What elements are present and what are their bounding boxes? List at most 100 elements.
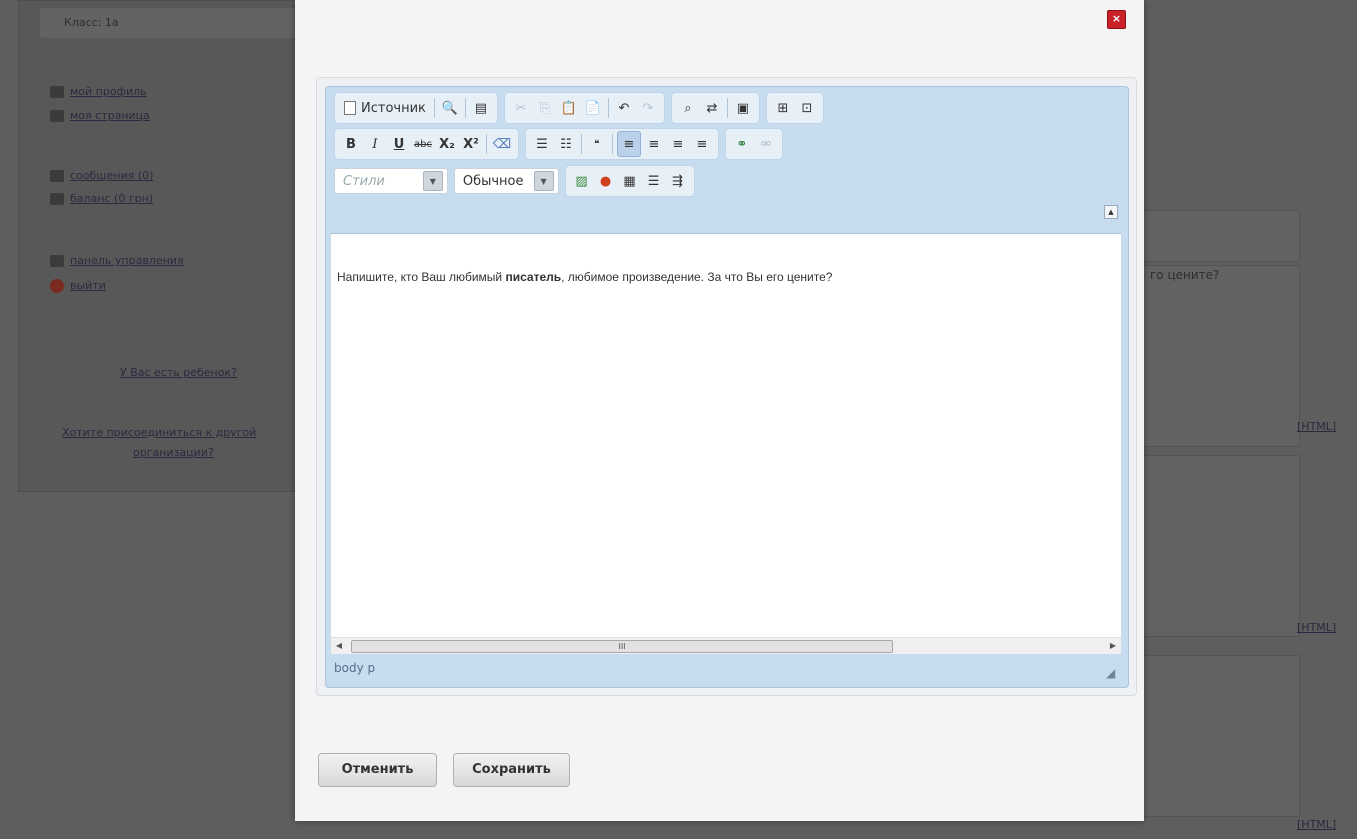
- maximize-icon[interactable]: ⊞: [772, 96, 794, 120]
- right-field-2: [1143, 265, 1300, 447]
- superscript-button[interactable]: X²: [460, 132, 482, 156]
- cut-icon[interactable]: ✂: [510, 96, 532, 120]
- chevron-down-icon: ▼: [533, 171, 554, 191]
- user-icon: [50, 110, 64, 122]
- html-link-2[interactable]: [HTML]: [1297, 621, 1336, 634]
- my-profile-label: мой профиль: [70, 85, 147, 98]
- right-field-text: го цените?: [1150, 268, 1220, 282]
- numbered-list-icon[interactable]: ☰: [531, 132, 553, 156]
- scroll-right-icon[interactable]: ▶: [1105, 638, 1121, 654]
- toolbar-group-links: ⚭ ⚮: [725, 128, 783, 160]
- control-panel-link[interactable]: панель управления: [50, 253, 184, 269]
- balance-label: баланс (0 грн): [70, 192, 154, 205]
- align-center-icon[interactable]: ≡: [643, 132, 665, 156]
- toolbar-separator: [612, 134, 613, 154]
- toolbar-group-document: Источник 🔍 ▤: [334, 92, 498, 124]
- toolbar-group-basicstyles: B I U abc X₂ X² ⌫: [334, 128, 519, 160]
- paste-icon[interactable]: 📋: [558, 96, 580, 120]
- underline-button[interactable]: U: [388, 132, 410, 156]
- image-icon[interactable]: ▨: [571, 169, 593, 193]
- toolbar-separator: [581, 134, 582, 154]
- toolbar-row-1: Источник 🔍 ▤ ✂ ⎘ 📋 📄 ↶ ↷ ⌕ ⇄ ▣ ⊞ ⊡: [334, 92, 830, 124]
- page-break-icon[interactable]: ⇶: [667, 169, 689, 193]
- my-profile-link[interactable]: мой профиль: [50, 84, 147, 100]
- my-page-link[interactable]: моя страница: [50, 108, 150, 124]
- logout-label: выйти: [70, 279, 106, 292]
- scroll-thumb[interactable]: III: [351, 640, 893, 653]
- copy-icon[interactable]: ⎘: [534, 96, 556, 120]
- source-icon: [344, 101, 356, 115]
- paragraph-text-start: Напишите, кто Ваш любимый: [337, 270, 506, 284]
- select-all-icon[interactable]: ▣: [732, 96, 754, 120]
- left-sidebar: [18, 0, 298, 492]
- logout-icon: [50, 279, 64, 293]
- source-button[interactable]: Источник: [340, 96, 430, 120]
- paste-word-icon[interactable]: 📄: [582, 96, 604, 120]
- unlink-icon[interactable]: ⚮: [755, 132, 777, 156]
- control-panel-label: панель управления: [70, 254, 184, 267]
- profile-icon: [50, 86, 64, 98]
- toolbar-separator: [486, 134, 487, 154]
- table-icon[interactable]: ▦: [619, 169, 641, 193]
- right-field-1: [1143, 210, 1300, 262]
- html-link-3[interactable]: [HTML]: [1297, 818, 1336, 831]
- toolbar-row-3: Стили ▼ Обычное ▼ ▨ ● ▦ ☰ ⇶: [334, 165, 701, 197]
- format-dropdown[interactable]: Обычное ▼: [453, 168, 559, 194]
- messages-icon: [50, 170, 64, 182]
- join-org-link-line2[interactable]: организации?: [133, 446, 214, 459]
- link-icon[interactable]: ⚭: [731, 132, 753, 156]
- styles-dropdown-label: Стили: [343, 173, 385, 189]
- messages-label: сообщения (0): [70, 169, 154, 182]
- element-path[interactable]: body p: [334, 661, 375, 675]
- bulleted-list-icon[interactable]: ☷: [555, 132, 577, 156]
- toolbar-group-editing: ⌕ ⇄ ▣: [670, 92, 760, 124]
- preview-icon[interactable]: 🔍: [439, 96, 461, 120]
- cancel-button[interactable]: Отменить: [318, 753, 437, 787]
- class-label: Класс: 1а: [40, 8, 296, 38]
- blockquote-icon[interactable]: ❝: [586, 132, 608, 156]
- toolbar-row-2: B I U abc X₂ X² ⌫ ☰ ☷ ❝ ≡ ≡ ≡ ≡ ⚭ ⚮: [334, 128, 789, 160]
- wallet-icon: [50, 193, 64, 205]
- html-link-1[interactable]: [HTML]: [1297, 420, 1336, 433]
- align-justify-icon[interactable]: ≡: [691, 132, 713, 156]
- replace-icon[interactable]: ⇄: [701, 96, 723, 120]
- paragraph-text-bold: писатель: [505, 270, 562, 284]
- paragraph-text-end: , любимое произведение. За что Вы его це…: [561, 270, 833, 284]
- toolbar-group-clipboard: ✂ ⎘ 📋 📄 ↶ ↷: [503, 92, 665, 124]
- resize-handle-icon[interactable]: ◢: [1106, 667, 1118, 679]
- panel-icon: [50, 255, 64, 267]
- bold-button[interactable]: B: [340, 132, 362, 156]
- italic-button[interactable]: I: [364, 132, 386, 156]
- logout-link[interactable]: выйти: [50, 278, 106, 294]
- styles-dropdown[interactable]: Стили ▼: [334, 168, 448, 194]
- right-field-4: [1143, 655, 1300, 817]
- undo-icon[interactable]: ↶: [613, 96, 635, 120]
- collapse-toolbar-icon[interactable]: ▲: [1104, 205, 1118, 219]
- show-blocks-icon[interactable]: ⊡: [796, 96, 818, 120]
- strikethrough-button[interactable]: abc: [412, 132, 434, 156]
- my-page-label: моя страница: [70, 109, 150, 122]
- child-question-link[interactable]: У Вас есть ребенок?: [120, 366, 237, 379]
- toolbar-group-insert: ▨ ● ▦ ☰ ⇶: [564, 165, 695, 197]
- source-label: Источник: [361, 100, 426, 116]
- subscript-button[interactable]: X₂: [436, 132, 458, 156]
- save-button[interactable]: Сохранить: [453, 753, 570, 787]
- editor-content-area[interactable]: Напишите, кто Ваш любимый писатель, люби…: [331, 233, 1121, 638]
- join-org-link-line1[interactable]: Хотите присоединиться к другой: [62, 426, 256, 439]
- toolbar-separator: [464, 98, 466, 118]
- toolbar-group-tools: ⊞ ⊡: [765, 92, 824, 124]
- align-left-icon[interactable]: ≡: [617, 131, 641, 157]
- toolbar-separator: [726, 98, 728, 118]
- horizontal-scrollbar[interactable]: ◀ III ▶: [331, 637, 1121, 654]
- redo-icon[interactable]: ↷: [637, 96, 659, 120]
- find-icon[interactable]: ⌕: [677, 96, 699, 120]
- messages-link[interactable]: сообщения (0): [50, 168, 153, 184]
- templates-icon[interactable]: ▤: [470, 96, 492, 120]
- eraser-icon[interactable]: ⌫: [491, 132, 513, 156]
- align-right-icon[interactable]: ≡: [667, 132, 689, 156]
- scroll-left-icon[interactable]: ◀: [331, 638, 347, 654]
- balance-link[interactable]: баланс (0 грн): [50, 191, 153, 207]
- horizontal-rule-icon[interactable]: ☰: [643, 169, 665, 193]
- close-icon[interactable]: ×: [1107, 10, 1126, 29]
- flash-icon[interactable]: ●: [595, 169, 617, 193]
